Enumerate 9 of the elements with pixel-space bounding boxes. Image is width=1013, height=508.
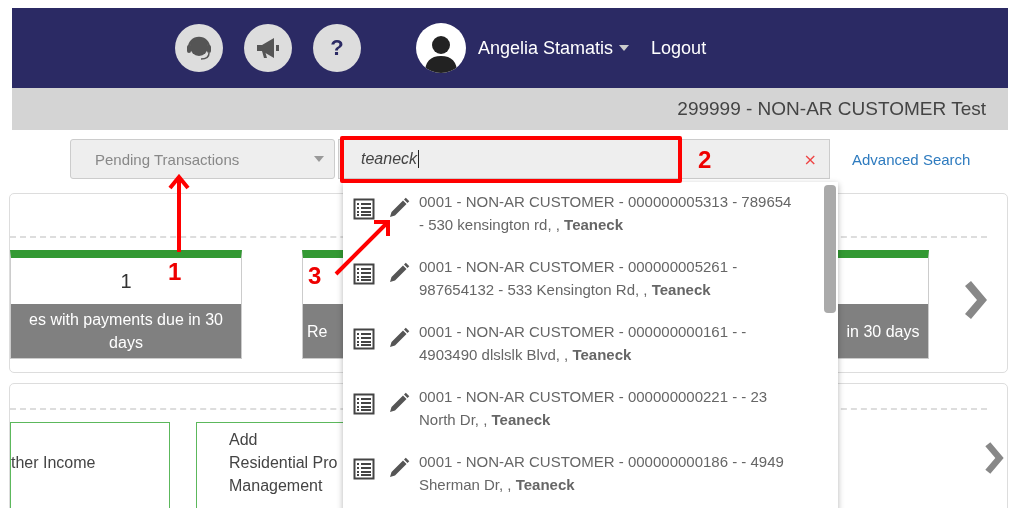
customer-title: 299999 - NON-AR CUSTOMER Test	[677, 98, 986, 120]
result-text: 0001 - NON-AR CUSTOMER - 000000000221 - - 23 North Dr, , Teaneck	[419, 387, 769, 430]
result-text: 0001 - NON-AR CUSTOMER - 000000005261 - 987654132 - 533 Kensington Rd, , Teaneck	[419, 257, 739, 300]
annotation-number: 1	[168, 258, 182, 286]
result-text: 0001 - NON-AR CUSTOMER - 000000000186 - - 4949 Sherman Dr, , Teaneck	[419, 452, 785, 495]
result-text: 0001 - NON-AR CUSTOMER - 000000000161 - - 4903490 dlslslk Blvd, , Teaneck	[419, 322, 748, 365]
annotation-number: 3	[308, 262, 322, 290]
result-text: 0001 - NON-AR CUSTOMER - 000000005313 - 789654 - 530 kensington rd, , Teaneck	[419, 192, 793, 235]
annotation-number: 2	[698, 146, 712, 174]
